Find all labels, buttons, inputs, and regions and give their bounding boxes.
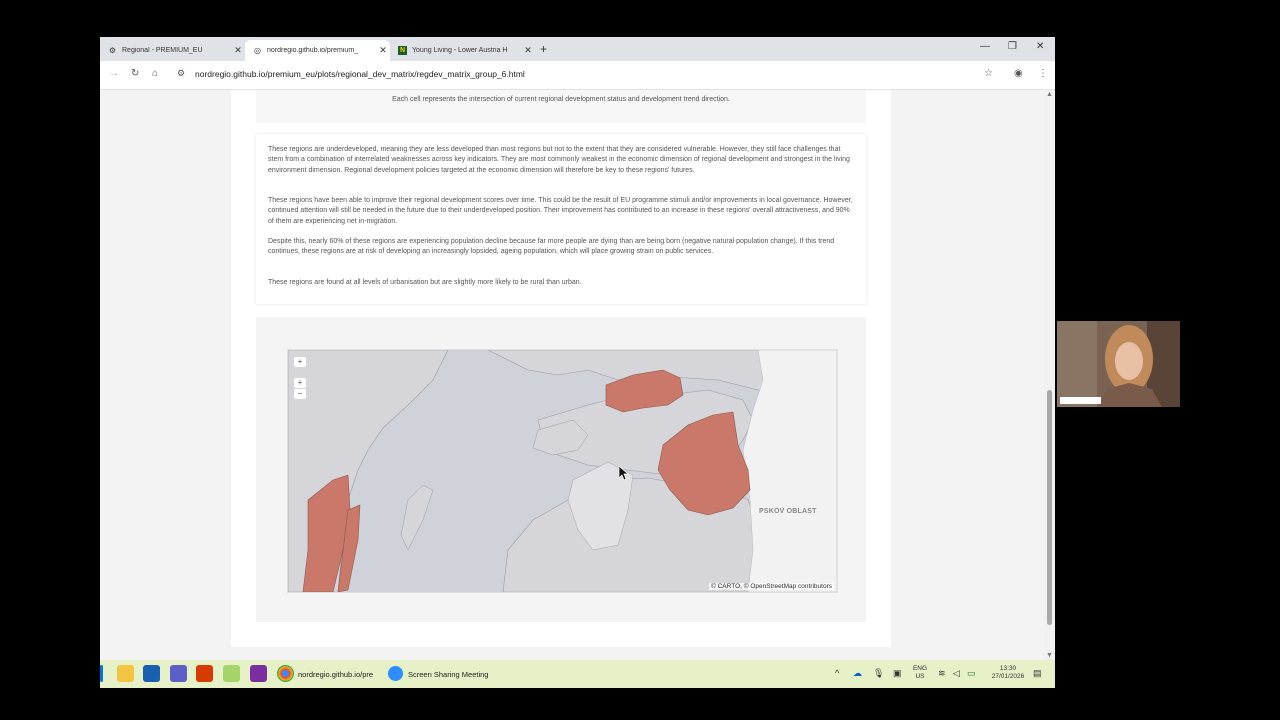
tab-title: Young Living - Lower Austria H — [412, 47, 508, 54]
tab-title: Regional - PREMIUM_EU — [122, 47, 203, 54]
language-code: ENG — [912, 665, 928, 672]
tab-young-living[interactable]: N Young Living - Lower Austria H ✕ — [390, 40, 535, 61]
file-explorer-icon[interactable] — [117, 665, 134, 682]
clock-date: 27/01/2026 — [991, 673, 1025, 680]
zoom-in-button[interactable]: + — [294, 378, 306, 388]
new-tab-button[interactable]: + — [540, 42, 547, 56]
microphone-icon[interactable]: 🎙 — [873, 668, 884, 679]
language-indicator[interactable]: ENG US — [911, 665, 929, 681]
tab-title: nordregio.github.io/premium_ — [267, 47, 359, 54]
taskbar: nordregio.github.io/pre Screen Sharing M… — [100, 660, 1055, 688]
mail-icon[interactable] — [143, 665, 160, 682]
restore-button[interactable]: ❐ — [1008, 41, 1017, 52]
clock[interactable]: 13:30 27/01/2026 — [988, 665, 1028, 681]
description-paragraph: These regions are underdeveloped, meanin… — [268, 146, 850, 174]
description-box: These regions are underdeveloped, meanin… — [256, 134, 866, 304]
close-icon[interactable]: ✕ — [376, 45, 390, 56]
chrome-icon[interactable] — [277, 665, 294, 682]
participant-name-badge — [1060, 397, 1101, 404]
menu-icon[interactable]: ⋮ — [1038, 68, 1048, 79]
tray-overflow-icon[interactable]: ^ — [835, 668, 839, 678]
map-region-label: PSKOV OBLAST — [759, 508, 817, 515]
teams-icon[interactable] — [170, 665, 187, 682]
matrix-caption: Each cell represents the intersection of… — [392, 96, 730, 103]
webcam-person-image — [1057, 321, 1180, 407]
home-icon[interactable]: ⌂ — [152, 68, 158, 79]
matrix-caption-box: Each cell represents the intersection of… — [256, 90, 866, 123]
tab-strip: ⚙ Regional - PREMIUM_EU ✕ ◎ nordregio.gi… — [100, 37, 1055, 61]
reload-icon[interactable]: ↻ — [131, 68, 139, 79]
taskbar-meeting-label[interactable]: Screen Sharing Meeting — [408, 670, 488, 679]
description-paragraph: Despite this, nearly 60% of these region… — [268, 238, 835, 256]
site-settings-icon[interactable]: ⚙ — [177, 68, 185, 79]
page-scrollbar[interactable]: ▲ ▼ — [1044, 90, 1055, 660]
taskbar-chrome-label[interactable]: nordregio.github.io/pre — [298, 670, 373, 679]
close-icon[interactable]: ✕ — [231, 45, 245, 56]
notification-icon[interactable]: ▤ — [1033, 668, 1042, 679]
bookmark-star-icon[interactable]: ☆ — [984, 68, 993, 79]
browser-toolbar: → ↻ ⌂ ⚙ nordregio.github.io/premium_eu/p… — [100, 61, 1055, 90]
screen: ⚙ Regional - PREMIUM_EU ✕ ◎ nordregio.gi… — [100, 37, 1055, 688]
scroll-down-icon[interactable]: ▼ — [1046, 652, 1053, 659]
volume-icon[interactable]: ◁ — [953, 668, 960, 679]
tab-regional[interactable]: ⚙ Regional - PREMIUM_EU ✕ — [100, 40, 245, 61]
map-attribution[interactable]: © CARTO, © OpenStreetMap contributors — [709, 583, 834, 590]
wifi-icon[interactable]: ≋ — [938, 668, 946, 679]
zoom-meeting-icon[interactable] — [388, 666, 403, 681]
snipping-tool-icon[interactable] — [223, 665, 240, 682]
tablet-icon[interactable]: ▣ — [893, 668, 902, 679]
address-bar[interactable]: nordregio.github.io/premium_eu/plots/reg… — [195, 69, 525, 79]
start-edge-icon[interactable] — [100, 665, 103, 682]
description-paragraph: These regions have been able to improve … — [268, 197, 853, 225]
tab-nordregio[interactable]: ◎ nordregio.github.io/premium_ ✕ — [245, 40, 390, 61]
zoom-out-button[interactable]: − — [294, 389, 306, 399]
globe-icon: ◎ — [254, 46, 261, 55]
zoom-in-button[interactable]: + — [294, 357, 306, 367]
scroll-up-icon[interactable]: ▲ — [1046, 91, 1053, 98]
description-paragraph: These regions are found at all levels of… — [268, 279, 582, 286]
onedrive-icon[interactable]: ☁ — [853, 668, 862, 679]
minimize-button[interactable]: — — [980, 41, 990, 52]
gear-icon: ⚙ — [108, 46, 117, 55]
n-logo-icon: N — [398, 46, 407, 55]
onenote-icon[interactable] — [250, 665, 267, 682]
keyboard-layout: US — [915, 673, 925, 680]
page-viewport: Each cell represents the intersection of… — [100, 90, 1044, 660]
forward-icon[interactable]: → — [109, 68, 119, 79]
content-card: Each cell represents the intersection of… — [231, 90, 891, 647]
map-panel: + + − PSKOV OBLAST © CARTO, © OpenStreet… — [256, 317, 866, 622]
profile-icon[interactable]: ◉ — [1014, 68, 1023, 79]
office-icon[interactable] — [196, 665, 213, 682]
battery-icon[interactable]: ▭ — [967, 668, 976, 679]
close-window-button[interactable]: ✕ — [1036, 41, 1044, 52]
region-map[interactable]: + + − PSKOV OBLAST © CARTO, © OpenStreet… — [287, 349, 838, 593]
close-icon[interactable]: ✕ — [521, 45, 535, 56]
clock-time: 13:30 — [999, 665, 1017, 672]
map-svg — [288, 350, 837, 592]
webcam-video — [1057, 321, 1180, 407]
mouse-cursor-icon — [619, 466, 629, 480]
scrollbar-thumb[interactable] — [1047, 390, 1052, 625]
